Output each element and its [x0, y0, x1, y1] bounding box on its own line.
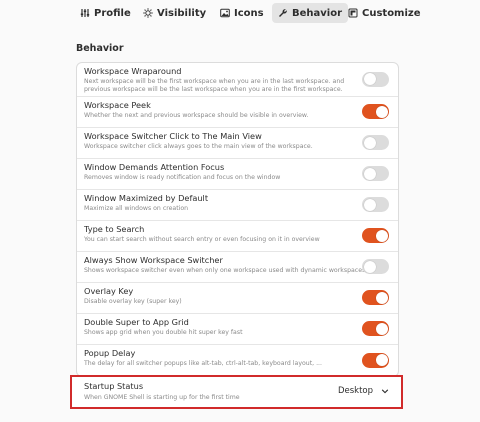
switch-knob [363, 136, 376, 149]
section-title: Behavior [76, 43, 124, 54]
tab-visibility[interactable]: Visibility [137, 3, 212, 23]
brush-icon [348, 8, 358, 18]
setting-title: Type to Search [84, 224, 145, 234]
double-super-switch[interactable] [362, 321, 389, 336]
workspace-switcher-click-switch[interactable] [362, 135, 389, 150]
image-icon [220, 8, 230, 18]
window-maximized-switch[interactable] [362, 197, 389, 212]
setting-title: Double Super to App Grid [84, 317, 189, 327]
behavior-settings-list: Workspace Wraparound Next workspace will… [76, 62, 399, 377]
setting-title: Workspace Peek [84, 100, 151, 110]
switch-knob [375, 229, 388, 242]
workspace-wraparound-switch[interactable] [362, 71, 389, 87]
switch-knob [363, 73, 376, 85]
setting-subtitle: You can start search without search entr… [84, 236, 320, 243]
setting-subtitle: Workspace switcher click always goes to … [84, 143, 313, 150]
tab-behavior[interactable]: Behavior [272, 3, 349, 23]
setting-title: Overlay Key [84, 286, 134, 296]
setting-overlay-key[interactable]: Overlay Key Disable overlay key (super k… [77, 283, 398, 314]
setting-title: Window Maximized by Default [84, 193, 209, 203]
setting-type-to-search[interactable]: Type to Search You can start search with… [77, 221, 398, 252]
popup-delay-switch[interactable] [362, 352, 389, 368]
setting-subtitle: The delay for all switcher popups like a… [84, 360, 322, 367]
switch-knob [375, 291, 388, 304]
setting-subtitle: Whether the next and previous workspace … [84, 112, 309, 119]
tab-icons[interactable]: Icons [214, 3, 270, 23]
setting-title: Workspace Switcher Click to The Main Vie… [84, 131, 262, 141]
setting-workspace-wraparound[interactable]: Workspace Wraparound Next workspace will… [77, 63, 398, 97]
switch-knob [375, 322, 388, 335]
tab-bar: Profile Visibility Icons Behavior Custom… [0, 0, 480, 26]
setting-window-demands-attention[interactable]: Window Demands Attention Focus Removes w… [77, 159, 398, 190]
setting-subtitle: Maximize all windows on creation [84, 205, 189, 212]
setting-title: Window Demands Attention Focus [84, 162, 225, 172]
tab-label: Visibility [157, 7, 207, 19]
setting-subtitle: Disable overlay key (super key) [84, 298, 182, 305]
always-show-workspace-switcher-switch[interactable] [362, 259, 389, 274]
setting-double-super[interactable]: Double Super to App Grid Shows app grid … [77, 314, 398, 345]
setting-workspace-peek[interactable]: Workspace Peek Whether the next and prev… [77, 97, 398, 128]
tab-customize[interactable]: Customize [342, 3, 427, 23]
chevron-down-icon [381, 387, 389, 395]
sun-icon [143, 8, 153, 18]
tab-label: Customize [362, 7, 421, 19]
setting-subtitle: Shows workspace switcher even when only … [84, 267, 366, 274]
wrench-icon [278, 8, 288, 18]
setting-title: Always Show Workspace Switcher [84, 255, 223, 265]
tab-label: Profile [94, 7, 131, 19]
dropdown-value: Desktop [337, 386, 373, 396]
setting-title: Workspace Wraparound [84, 66, 182, 76]
tab-profile[interactable]: Profile [74, 3, 137, 23]
switch-knob [363, 167, 376, 180]
workspace-peek-switch[interactable] [362, 104, 389, 119]
switch-knob [363, 198, 376, 211]
sliders-icon [80, 8, 90, 18]
tab-label: Behavior [292, 7, 343, 19]
switch-knob [375, 354, 388, 366]
type-to-search-switch[interactable] [362, 228, 389, 243]
overlay-key-switch[interactable] [362, 290, 389, 305]
setting-always-show-workspace-switcher[interactable]: Always Show Workspace Switcher Shows wor… [77, 252, 398, 283]
setting-subtitle: Removes window is ready notification and… [84, 174, 281, 181]
startup-status-dropdown[interactable]: Desktop [338, 386, 389, 396]
setting-title: Popup Delay [84, 348, 136, 358]
setting-subtitle: Shows app grid when you double hit super… [84, 329, 243, 336]
setting-subtitle: Next workspace will be the first workspa… [84, 78, 345, 93]
setting-workspace-switcher-click[interactable]: Workspace Switcher Click to The Main Vie… [77, 128, 398, 159]
switch-knob [375, 105, 388, 118]
setting-window-maximized[interactable]: Window Maximized by Default Maximize all… [77, 190, 398, 221]
tab-label: Icons [234, 7, 264, 19]
setting-startup-status[interactable]: Startup Status When GNOME Shell is start… [70, 375, 403, 409]
setting-popup-delay[interactable]: Popup Delay The delay for all switcher p… [77, 345, 398, 376]
window-demands-attention-switch[interactable] [362, 166, 389, 181]
switch-knob [363, 260, 376, 273]
